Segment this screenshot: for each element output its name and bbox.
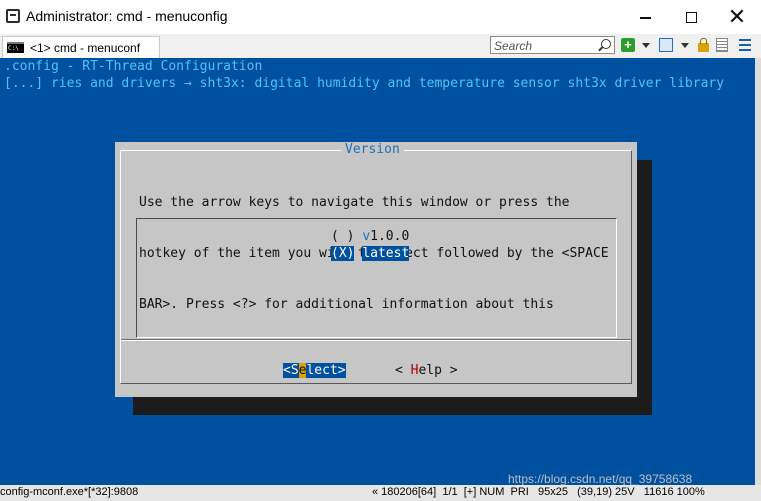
tab-bar: C:\ <1> cmd - menuconf + <box>0 34 761 58</box>
version-dialog: Version Use the arrow keys to navigate t… <box>115 142 637 397</box>
maximize-button[interactable] <box>668 0 714 34</box>
console-icon: C:\ <box>7 42 24 53</box>
tab-cmd-menuconfig[interactable]: C:\ <1> cmd - menuconf <box>2 36 160 58</box>
terminal-app-icon <box>6 9 20 23</box>
option-label: latest <box>362 246 410 261</box>
help-label-start: < <box>395 363 411 378</box>
panel-layout-icon[interactable] <box>659 38 673 52</box>
help-button[interactable]: < Help > <box>395 363 458 378</box>
title-bar: Administrator: cmd - menuconfig ✕ <box>0 0 761 34</box>
status-bar: config-mconf.exe*[*32]:9808 « 180206[64]… <box>0 485 761 501</box>
help-line: Use the arrow keys to navigate this wind… <box>139 195 570 210</box>
chevron-down-icon[interactable] <box>642 43 650 48</box>
close-icon: ✕ <box>727 4 747 29</box>
select-label-start: <S <box>283 363 299 378</box>
help-label-end: elp > <box>418 363 458 378</box>
maximize-icon <box>685 11 697 23</box>
console-info-status: « 180206[64] 1/1 [+] NUM PRI 95x25 (39,1… <box>372 486 705 498</box>
option-latest[interactable]: (X) latest <box>331 246 410 261</box>
minimize-icon <box>639 17 651 19</box>
chevron-down-icon[interactable] <box>681 43 689 48</box>
radio-mark-selected: (X) <box>331 246 355 261</box>
window-title: Administrator: cmd - menuconfig <box>26 8 228 24</box>
breadcrumb-line: [...] ries and drivers → sht3x: digital … <box>4 76 725 91</box>
search-input[interactable] <box>491 38 595 54</box>
select-button[interactable]: <Select> <box>283 363 346 378</box>
console-area[interactable]: .config - RT-Thread Configuration [...] … <box>0 58 761 485</box>
select-label-end: lect> <box>306 363 346 378</box>
process-status: config-mconf.exe*[*32]:9808 <box>0 486 139 498</box>
option-hotkey: v <box>362 229 371 244</box>
minimize-button[interactable] <box>622 0 668 34</box>
close-button[interactable]: ✕ <box>714 0 760 34</box>
watermark: https://blog.csdn.net/qq_39758638 <box>508 472 693 486</box>
divider <box>121 340 631 341</box>
tab-label: <1> cmd - menuconf <box>30 40 141 55</box>
dialog-title: Version <box>341 142 404 157</box>
search-icon[interactable] <box>601 39 611 49</box>
new-console-icon[interactable]: + <box>621 38 635 52</box>
option-label: 1.0.0 <box>370 229 410 244</box>
list-view-icon[interactable] <box>716 38 728 52</box>
scrollbar[interactable] <box>755 58 761 485</box>
config-title-line: .config - RT-Thread Configuration <box>4 59 263 74</box>
radio-mark: ( ) <box>331 229 355 244</box>
hamburger-menu-icon[interactable] <box>739 39 751 51</box>
version-option-list: ( ) v1.0.0 (X) latest <box>136 218 617 338</box>
lock-icon[interactable] <box>698 38 709 52</box>
option-v1-0-0[interactable]: ( ) v1.0.0 <box>331 229 409 244</box>
search-box[interactable] <box>490 36 615 54</box>
